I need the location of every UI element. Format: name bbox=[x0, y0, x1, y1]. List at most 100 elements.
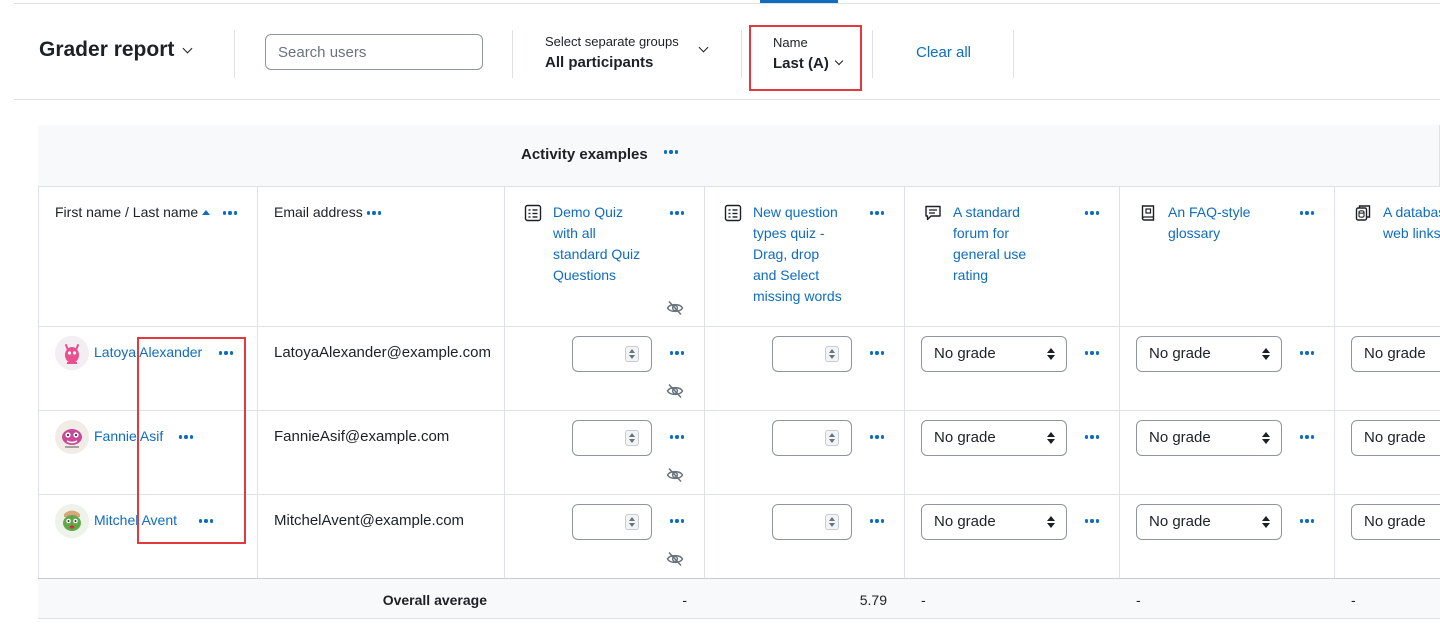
activity-column-header: A databas web links bbox=[1334, 186, 1440, 327]
grade-select[interactable]: No grade bbox=[921, 504, 1067, 540]
activity-link-demo-quiz[interactable]: Demo Quiz with all standard Quiz Questio… bbox=[553, 202, 640, 286]
grade-select[interactable]: No grade bbox=[921, 336, 1067, 372]
grade-cell: No grade bbox=[904, 326, 1120, 411]
category-spacer-cell bbox=[38, 125, 505, 187]
select-arrows-icon bbox=[1047, 432, 1055, 444]
activity-link-faq-glossary[interactable]: An FAQ-style glossary bbox=[1168, 202, 1250, 244]
grade-actions-menu-icon[interactable] bbox=[1085, 432, 1100, 442]
activity-actions-menu-icon[interactable] bbox=[870, 208, 885, 218]
clear-all-link[interactable]: Clear all bbox=[916, 44, 971, 61]
grade-actions-menu-icon[interactable] bbox=[1300, 432, 1315, 442]
activity-link-standard-forum[interactable]: A standard forum for general use rating bbox=[953, 202, 1026, 286]
grade-cell: No grade bbox=[904, 410, 1120, 495]
spinner-icon[interactable] bbox=[825, 346, 839, 362]
grade-cell bbox=[704, 410, 905, 495]
grade-select[interactable]: No grade bbox=[1136, 336, 1282, 372]
user-email: LatoyaAlexander@example.com bbox=[274, 344, 492, 361]
overall-average-cell: - bbox=[504, 578, 705, 619]
overall-average-value: - bbox=[1136, 592, 1141, 608]
spinner-icon[interactable] bbox=[625, 346, 639, 362]
grade-cell bbox=[504, 494, 705, 579]
name-column-actions-menu-icon[interactable] bbox=[223, 208, 238, 218]
grade-cell bbox=[504, 326, 705, 411]
toolbar-divider-bottom bbox=[14, 99, 1440, 100]
grade-select[interactable]: No grade bbox=[1136, 420, 1282, 456]
hidden-eye-icon bbox=[666, 467, 684, 483]
separate-groups-selector[interactable]: Select separate groups All participants bbox=[545, 34, 715, 74]
grade-input[interactable] bbox=[572, 336, 652, 372]
avatar[interactable] bbox=[55, 504, 89, 538]
chevron-down-icon bbox=[182, 43, 193, 53]
grade-input[interactable] bbox=[772, 336, 852, 372]
overall-average-value: - bbox=[1351, 592, 1356, 608]
name-column-title[interactable]: First name / Last name bbox=[55, 204, 211, 220]
quiz-icon bbox=[724, 204, 742, 222]
user-name-link[interactable]: Latoya Alexander bbox=[94, 344, 202, 360]
report-selector[interactable]: Grader report bbox=[39, 38, 193, 62]
toolbar-divider bbox=[741, 30, 742, 78]
user-actions-menu-icon[interactable] bbox=[179, 432, 194, 442]
groups-label: Select separate groups bbox=[545, 34, 679, 49]
sort-ascending-icon bbox=[202, 210, 211, 215]
activity-column-header: An FAQ-style glossary bbox=[1119, 186, 1335, 327]
grade-actions-menu-icon[interactable] bbox=[1085, 516, 1100, 526]
quiz-icon bbox=[524, 204, 542, 222]
email-column-actions-menu-icon[interactable] bbox=[367, 208, 382, 218]
grade-cell: No grade bbox=[1119, 326, 1335, 411]
forum-icon bbox=[925, 205, 941, 221]
grade-input[interactable] bbox=[572, 504, 652, 540]
grade-actions-menu-icon[interactable] bbox=[870, 516, 885, 526]
grade-actions-menu-icon[interactable] bbox=[1300, 348, 1315, 358]
overall-average-label-cell: Overall average bbox=[38, 578, 505, 619]
grade-select[interactable]: No grade bbox=[921, 420, 1067, 456]
grade-actions-menu-icon[interactable] bbox=[870, 432, 885, 442]
grade-input[interactable] bbox=[572, 420, 652, 456]
activity-link-database[interactable]: A databas web links bbox=[1383, 202, 1440, 244]
name-filter-dropdown[interactable]: Name Last (A) bbox=[749, 25, 862, 91]
user-name-link[interactable]: Mitchel Avent bbox=[94, 512, 177, 528]
spinner-icon[interactable] bbox=[625, 430, 639, 446]
user-actions-menu-icon[interactable] bbox=[199, 516, 214, 526]
grade-cell: No grade bbox=[1334, 410, 1440, 495]
user-cell: Mitchel Avent bbox=[38, 494, 258, 579]
grade-cell: No grade bbox=[904, 494, 1120, 579]
grade-input[interactable] bbox=[772, 420, 852, 456]
select-arrows-icon bbox=[1262, 432, 1270, 444]
grade-actions-menu-icon[interactable] bbox=[670, 516, 685, 526]
grade-actions-menu-icon[interactable] bbox=[1300, 516, 1315, 526]
overall-average-cell: - bbox=[1334, 578, 1440, 619]
grade-actions-menu-icon[interactable] bbox=[1085, 348, 1100, 358]
user-email: FannieAsif@example.com bbox=[274, 428, 450, 445]
user-name-link[interactable]: Fannie Asif bbox=[94, 428, 163, 444]
grade-input[interactable] bbox=[772, 504, 852, 540]
category-title: Activity examples bbox=[521, 146, 648, 163]
activity-link-new-question-types-quiz[interactable]: New question types quiz - Drag, drop and… bbox=[753, 202, 842, 307]
grade-select[interactable]: No grade bbox=[1351, 420, 1440, 456]
activity-actions-menu-icon[interactable] bbox=[1300, 208, 1315, 218]
groups-value: All participants bbox=[545, 54, 654, 71]
grade-actions-menu-icon[interactable] bbox=[670, 348, 685, 358]
search-users-input[interactable] bbox=[265, 34, 483, 70]
grade-select[interactable]: No grade bbox=[1351, 504, 1440, 540]
avatar[interactable] bbox=[55, 336, 89, 370]
grade-actions-menu-icon[interactable] bbox=[870, 348, 885, 358]
toolbar-divider bbox=[1013, 30, 1014, 78]
grade-cell: No grade bbox=[1119, 410, 1335, 495]
grade-actions-menu-icon[interactable] bbox=[670, 432, 685, 442]
spinner-icon[interactable] bbox=[625, 514, 639, 530]
spinner-icon[interactable] bbox=[825, 430, 839, 446]
page-title: Grader report bbox=[39, 38, 175, 61]
category-actions-menu-icon[interactable] bbox=[664, 147, 679, 157]
hidden-eye-icon bbox=[666, 383, 684, 399]
activity-actions-menu-icon[interactable] bbox=[1085, 208, 1100, 218]
select-arrows-icon bbox=[1262, 348, 1270, 360]
grade-select[interactable]: No grade bbox=[1351, 336, 1440, 372]
activity-actions-menu-icon[interactable] bbox=[670, 208, 685, 218]
spinner-icon[interactable] bbox=[825, 514, 839, 530]
grade-select[interactable]: No grade bbox=[1136, 504, 1282, 540]
avatar[interactable] bbox=[55, 420, 89, 454]
glossary-icon bbox=[1141, 205, 1155, 221]
database-icon bbox=[1355, 205, 1371, 221]
toolbar-divider bbox=[872, 30, 873, 78]
user-actions-menu-icon[interactable] bbox=[219, 348, 234, 358]
